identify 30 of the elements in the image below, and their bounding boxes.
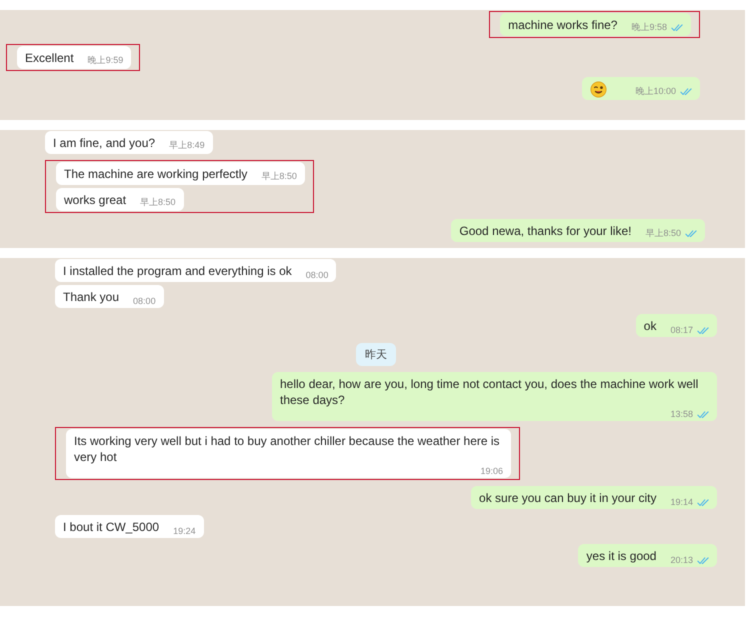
- message-text: Excellent: [25, 50, 74, 67]
- message-time: 19:14: [670, 497, 693, 507]
- message-time: 20:13: [670, 555, 693, 565]
- message-text: Its working very well but i had to buy another chiller because the weather here is very hot: [74, 433, 501, 466]
- message-time: 晚上9:58: [631, 21, 667, 34]
- message-time: 早上8:50: [645, 227, 681, 240]
- message-time: 晚上10:00: [635, 85, 676, 98]
- message-text: ok: [644, 318, 656, 335]
- message-time: 08:17: [670, 325, 693, 335]
- message-text: works great: [64, 192, 126, 209]
- message-text: Thank you: [63, 289, 120, 306]
- message-time: 早上8:49: [169, 139, 205, 152]
- message-time: 19:24: [173, 526, 196, 536]
- date-chip: 昨天: [356, 343, 396, 366]
- message-time: 早上8:50: [140, 196, 176, 209]
- message-text: machine works fine?: [508, 17, 618, 34]
- message-text: yes it is good: [586, 548, 656, 565]
- message-text: I am fine, and you?: [53, 135, 156, 152]
- message-text: I installed the program and everything is ok: [63, 263, 292, 280]
- message-text: I bout it CW_5000: [63, 519, 160, 536]
- message-text: The machine are working perfectly: [64, 166, 248, 183]
- message-time: 08:00: [133, 296, 156, 306]
- message-time: 早上8:50: [261, 170, 297, 183]
- message-time: 08:00: [306, 270, 328, 280]
- message-time: 13:58: [670, 409, 693, 419]
- message-time: 晚上9:59: [88, 54, 124, 67]
- message-text: hello dear, how are you, long time not contact you, does the machine work well these days?: [280, 376, 700, 409]
- message-time: 19:06: [480, 466, 503, 476]
- message-text: ok sure you can buy it in your city: [479, 490, 656, 507]
- message-text: Good newa, thanks for your like!: [459, 223, 632, 240]
